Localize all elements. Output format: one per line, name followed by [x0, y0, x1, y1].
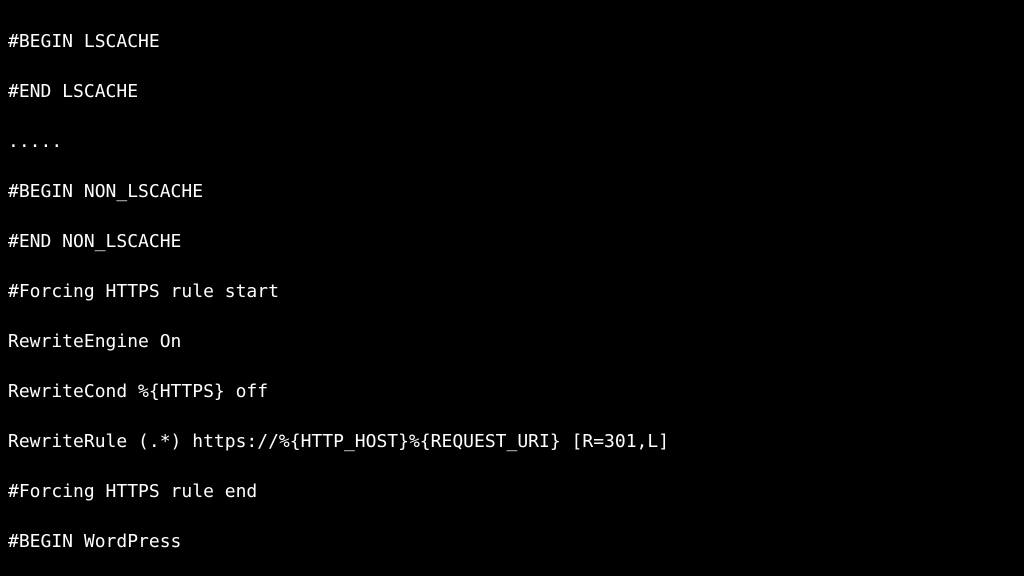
code-line: #END LSCACHE [8, 79, 1016, 104]
code-line: #Forcing HTTPS rule start [8, 279, 1016, 304]
terminal-output: #BEGIN LSCACHE #END LSCACHE ..... #BEGIN… [0, 0, 1024, 576]
code-line: #END NON_LSCACHE [8, 229, 1016, 254]
code-line: RewriteCond %{HTTPS} off [8, 379, 1016, 404]
code-line: RewriteRule (.*) https://%{HTTP_HOST}%{R… [8, 429, 1016, 454]
code-line: RewriteEngine On [8, 329, 1016, 354]
code-line: #BEGIN WordPress [8, 529, 1016, 554]
code-line: #BEGIN LSCACHE [8, 29, 1016, 54]
code-line: #BEGIN NON_LSCACHE [8, 179, 1016, 204]
code-line: #Forcing HTTPS rule end [8, 479, 1016, 504]
code-line: ..... [8, 129, 1016, 154]
